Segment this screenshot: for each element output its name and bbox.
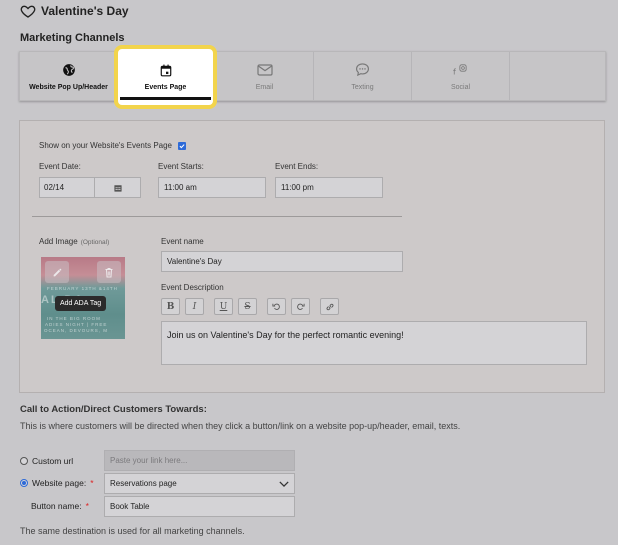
website-page-radio[interactable] bbox=[20, 479, 28, 487]
custom-url-radio[interactable] bbox=[20, 457, 28, 465]
event-ends-label: Event Ends: bbox=[275, 162, 319, 171]
page-title-row: Valentine's Day bbox=[20, 2, 129, 20]
button-name-row: Button name: * bbox=[31, 501, 89, 511]
custom-url-option[interactable]: Custom url bbox=[20, 456, 73, 466]
show-on-events-row: Show on your Website's Events Page bbox=[39, 141, 187, 150]
marketing-channels-label: Marketing Channels bbox=[20, 32, 125, 44]
thumb-text-1: FEBRUARY 13TH &14TH bbox=[47, 286, 118, 291]
website-page-label: Website page: bbox=[32, 478, 87, 488]
add-image-label-row: Add Image (Optional) bbox=[39, 237, 109, 246]
page-title: Valentine's Day bbox=[41, 4, 129, 18]
calendar-icon bbox=[160, 64, 172, 79]
chat-icon bbox=[355, 62, 371, 78]
mail-icon bbox=[256, 62, 273, 78]
event-starts-input[interactable]: 11:00 am bbox=[158, 177, 266, 198]
tab-label: Texting bbox=[351, 83, 374, 91]
events-page-panel: Show on your Website's Events Page Event… bbox=[19, 120, 605, 393]
custom-url-input[interactable]: Paste your link here... bbox=[104, 450, 295, 471]
show-on-events-label: Show on your Website's Events Page bbox=[39, 141, 173, 150]
required-mark: * bbox=[85, 501, 89, 511]
undo-icon bbox=[272, 303, 280, 310]
section-divider bbox=[32, 216, 402, 217]
globe-icon bbox=[61, 62, 77, 78]
event-ends-value: 11:00 pm bbox=[281, 183, 314, 192]
delete-image-button[interactable] bbox=[97, 261, 121, 283]
social-icon: f bbox=[453, 62, 469, 78]
strikethrough-button[interactable]: S bbox=[238, 298, 257, 315]
show-on-events-checkbox[interactable] bbox=[178, 141, 187, 150]
add-image-label: Add Image bbox=[39, 237, 78, 246]
tab-social[interactable]: f Social bbox=[412, 52, 510, 100]
edit-image-button[interactable] bbox=[45, 261, 69, 283]
redo-icon bbox=[297, 303, 305, 310]
tab-website-popup[interactable]: Website Pop Up/Header bbox=[20, 52, 118, 100]
redo-button[interactable] bbox=[291, 298, 310, 315]
destination-note: The same destination is used for all mar… bbox=[20, 526, 245, 536]
undo-button[interactable] bbox=[267, 298, 286, 315]
rich-text-toolbar: B I U S bbox=[161, 298, 339, 315]
tab-email[interactable]: Email bbox=[216, 52, 314, 100]
custom-url-placeholder: Paste your link here... bbox=[110, 456, 188, 465]
cta-description: This is where customers will be directed… bbox=[20, 421, 461, 431]
event-name-label: Event name bbox=[161, 237, 204, 246]
website-page-select[interactable]: Reservations page bbox=[104, 473, 295, 494]
svg-text:f: f bbox=[453, 67, 456, 76]
bold-button[interactable]: B bbox=[161, 298, 180, 315]
event-date-value: 02/14 bbox=[44, 183, 65, 192]
tab-texting[interactable]: Texting bbox=[314, 52, 412, 100]
event-ends-input[interactable]: 11:00 pm bbox=[275, 177, 383, 198]
website-page-value: Reservations page bbox=[110, 479, 177, 488]
required-mark: * bbox=[90, 478, 94, 488]
event-image-thumbnail: FEBRUARY 13TH &14TH AL DA IN THE BIG ROO… bbox=[41, 257, 125, 339]
add-ada-tag-button[interactable]: Add ADA Tag bbox=[55, 296, 107, 311]
button-name-input[interactable]: Book Table bbox=[104, 496, 295, 517]
tabs-spacer bbox=[510, 52, 605, 100]
event-description-label: Event Description bbox=[161, 283, 224, 292]
tab-label: Social bbox=[450, 83, 471, 91]
pencil-icon bbox=[53, 268, 61, 276]
event-date-input[interactable]: 02/14 bbox=[39, 177, 141, 198]
event-description-value: Join us on Valentine's Day for the perfe… bbox=[167, 330, 404, 340]
button-name-label: Button name: bbox=[31, 501, 82, 511]
active-tab-underline bbox=[120, 97, 211, 100]
thumb-text-3: IN THE BIG ROOM bbox=[47, 316, 101, 321]
tab-label: Website Pop Up/Header bbox=[29, 83, 108, 91]
trash-icon bbox=[105, 267, 113, 277]
website-page-option[interactable]: Website page: * bbox=[20, 478, 94, 488]
event-starts-label: Event Starts: bbox=[158, 162, 204, 171]
event-description-textarea[interactable]: Join us on Valentine's Day for the perfe… bbox=[161, 321, 587, 365]
tab-label: Email bbox=[255, 83, 274, 91]
event-starts-value: 11:00 am bbox=[164, 183, 197, 192]
add-image-optional: (Optional) bbox=[80, 239, 110, 246]
custom-url-label: Custom url bbox=[32, 456, 74, 466]
italic-button[interactable]: I bbox=[185, 298, 204, 315]
cta-title: Call to Action/Direct Customers Towards: bbox=[20, 404, 207, 415]
underline-button[interactable]: U bbox=[214, 298, 233, 315]
event-date-label: Event Date: bbox=[39, 162, 81, 171]
tab-events-page[interactable]: Events Page bbox=[114, 45, 217, 109]
link-icon bbox=[326, 303, 333, 310]
tab-label: Events Page bbox=[144, 83, 187, 91]
event-name-input[interactable]: Valentine's Day bbox=[161, 251, 403, 272]
channel-tabs: Website Pop Up/Header Email Texting f So… bbox=[19, 51, 606, 101]
heart-icon bbox=[20, 5, 36, 18]
link-button[interactable] bbox=[320, 298, 339, 315]
thumb-text-5: OCEAN, DEVOURS, M bbox=[44, 328, 109, 333]
thumb-text-4: ADIES NIGHT | FREE bbox=[45, 322, 108, 327]
calendar-picker-icon[interactable] bbox=[94, 178, 140, 197]
chevron-down-icon bbox=[279, 480, 289, 487]
event-name-value: Valentine's Day bbox=[167, 257, 222, 266]
button-name-value: Book Table bbox=[110, 502, 150, 511]
